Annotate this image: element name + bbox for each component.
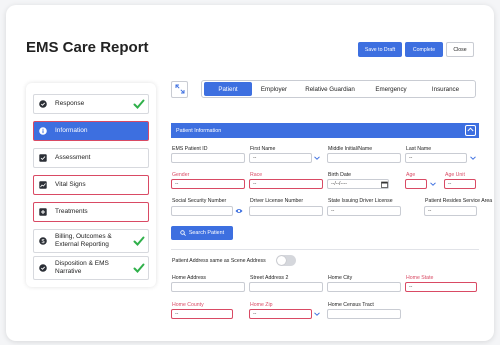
eye-icon[interactable] bbox=[235, 206, 243, 216]
chevron-down-icon[interactable] bbox=[469, 153, 477, 163]
search-patient-button[interactable]: Search Patient bbox=[171, 226, 233, 240]
same-as-scene-toggle[interactable] bbox=[276, 255, 296, 266]
expand-button[interactable] bbox=[171, 81, 188, 98]
home-city-label: Home City bbox=[328, 275, 353, 281]
chevron-down-icon[interactable] bbox=[313, 153, 321, 163]
tab-insurance[interactable]: Insurance bbox=[418, 82, 473, 96]
sidebar-item-billing[interactable]: $ Billing, Outcomes & External Reporting bbox=[33, 229, 149, 253]
expand-arrows-icon bbox=[175, 81, 185, 99]
home-address-label: Home Address bbox=[172, 275, 207, 281]
home-county-label: Home County bbox=[172, 302, 204, 308]
license-state-select[interactable]: -- bbox=[327, 206, 401, 216]
first-name-input[interactable]: -- bbox=[249, 153, 312, 163]
race-label: Race bbox=[250, 172, 263, 178]
sidebar-item-disposition[interactable]: Disposition & EMS Narrative bbox=[33, 256, 149, 280]
sidebar-item-label: Assessment bbox=[55, 154, 91, 161]
sidebar-item-label: Vital Signs bbox=[55, 181, 86, 188]
first-name-label: First Name bbox=[250, 146, 276, 152]
search-patient-label: Search Patient bbox=[188, 230, 225, 236]
birth-date-label: Birth Date bbox=[328, 172, 352, 178]
sidebar-item-label: Disposition & EMS Narrative bbox=[55, 260, 109, 275]
section-title: Patient Information bbox=[176, 127, 222, 134]
street-address-2-input[interactable] bbox=[249, 282, 323, 292]
gender-label: Gender bbox=[172, 172, 190, 178]
census-tract-input[interactable] bbox=[327, 309, 401, 319]
home-address-input[interactable] bbox=[171, 282, 245, 292]
toggle-knob bbox=[277, 256, 286, 265]
tab-employer[interactable]: Employer bbox=[254, 82, 294, 96]
home-city-input[interactable] bbox=[327, 282, 401, 292]
sidebar-item-response[interactable]: Response bbox=[33, 94, 149, 114]
resides-area-select[interactable]: -- bbox=[424, 206, 477, 216]
ssn-label: Social Security Number bbox=[172, 198, 227, 204]
info-circle-icon bbox=[39, 127, 47, 135]
chevron-down-icon[interactable] bbox=[313, 309, 321, 319]
sidebar-item-label: Billing, Outcomes & External Reporting bbox=[55, 233, 112, 248]
sidebar-item-label: Treatments bbox=[55, 208, 88, 215]
page-title: EMS Care Report bbox=[26, 39, 149, 56]
section-sidebar: Response Information Assessment Vital Si… bbox=[26, 83, 156, 287]
age-unit-label: Age Unit bbox=[445, 172, 465, 178]
save-to-draft-button[interactable]: Save to Draft bbox=[358, 42, 402, 57]
license-number-input[interactable] bbox=[249, 206, 323, 216]
checkbox-icon bbox=[39, 154, 47, 162]
license-state-label: State Issuing Driver License bbox=[328, 198, 393, 204]
medical-box-icon bbox=[39, 208, 47, 216]
chevron-down-icon[interactable] bbox=[429, 179, 437, 189]
tab-relative-guardian[interactable]: Relative Guardian bbox=[296, 82, 364, 96]
section-header: Patient Information bbox=[171, 123, 479, 138]
age-unit-select[interactable]: -- bbox=[444, 179, 476, 189]
sidebar-item-label: Response bbox=[55, 100, 85, 107]
complete-check-icon bbox=[133, 262, 145, 274]
complete-check-icon bbox=[133, 98, 145, 110]
ems-patient-id-label: EMS Patient ID bbox=[172, 146, 208, 152]
middle-name-label: Middle Initial/Name bbox=[328, 146, 373, 152]
last-name-label: Last Name bbox=[406, 146, 432, 152]
middle-name-input[interactable] bbox=[327, 153, 401, 163]
same-as-scene-label: Patient Address same as Scene Address bbox=[172, 258, 266, 264]
sidebar-item-label: Information bbox=[55, 127, 88, 134]
tab-bar: Patient Employer Relative Guardian Emerg… bbox=[201, 80, 476, 98]
chevron-up-icon bbox=[467, 127, 474, 134]
sidebar-item-treatments[interactable]: Treatments bbox=[33, 202, 149, 222]
collapse-button[interactable] bbox=[465, 125, 476, 136]
age-input[interactable] bbox=[405, 179, 427, 189]
chart-icon bbox=[39, 181, 47, 189]
complete-button[interactable]: Complete bbox=[405, 42, 443, 57]
divider bbox=[171, 249, 479, 250]
gender-select[interactable]: -- bbox=[171, 179, 245, 189]
ssn-input[interactable] bbox=[171, 206, 233, 216]
tab-patient[interactable]: Patient bbox=[204, 82, 252, 96]
license-number-label: Driver License Number bbox=[250, 198, 304, 204]
calendar-icon[interactable] bbox=[380, 179, 388, 189]
tab-emergency[interactable]: Emergency bbox=[366, 82, 416, 96]
age-label: Age bbox=[406, 172, 416, 178]
home-state-select[interactable]: -- bbox=[405, 282, 477, 292]
check-circle-icon bbox=[39, 100, 47, 108]
home-county-select[interactable]: -- bbox=[171, 309, 233, 319]
sidebar-item-vital-signs[interactable]: Vital Signs bbox=[33, 175, 149, 195]
svg-text:$: $ bbox=[41, 239, 44, 245]
resides-area-label: Patient Resides Service Area bbox=[425, 198, 493, 204]
street-address-2-label: Street Address 2 bbox=[250, 275, 289, 281]
search-icon bbox=[180, 230, 186, 236]
last-name-input[interactable]: -- bbox=[405, 153, 467, 163]
check-circle-icon bbox=[39, 264, 47, 272]
ems-patient-id-input[interactable] bbox=[171, 153, 245, 163]
complete-check-icon bbox=[133, 235, 145, 247]
home-state-label: Home State bbox=[406, 275, 434, 281]
close-button[interactable]: Close bbox=[446, 42, 474, 57]
race-select[interactable]: -- bbox=[249, 179, 323, 189]
home-zip-select[interactable]: -- bbox=[249, 309, 312, 319]
census-tract-label: Home Census Tract bbox=[328, 302, 374, 308]
home-zip-label: Home Zip bbox=[250, 302, 273, 308]
sidebar-item-assessment[interactable]: Assessment bbox=[33, 148, 149, 168]
dollar-circle-icon: $ bbox=[39, 237, 47, 245]
sidebar-item-information[interactable]: Information bbox=[33, 121, 149, 141]
